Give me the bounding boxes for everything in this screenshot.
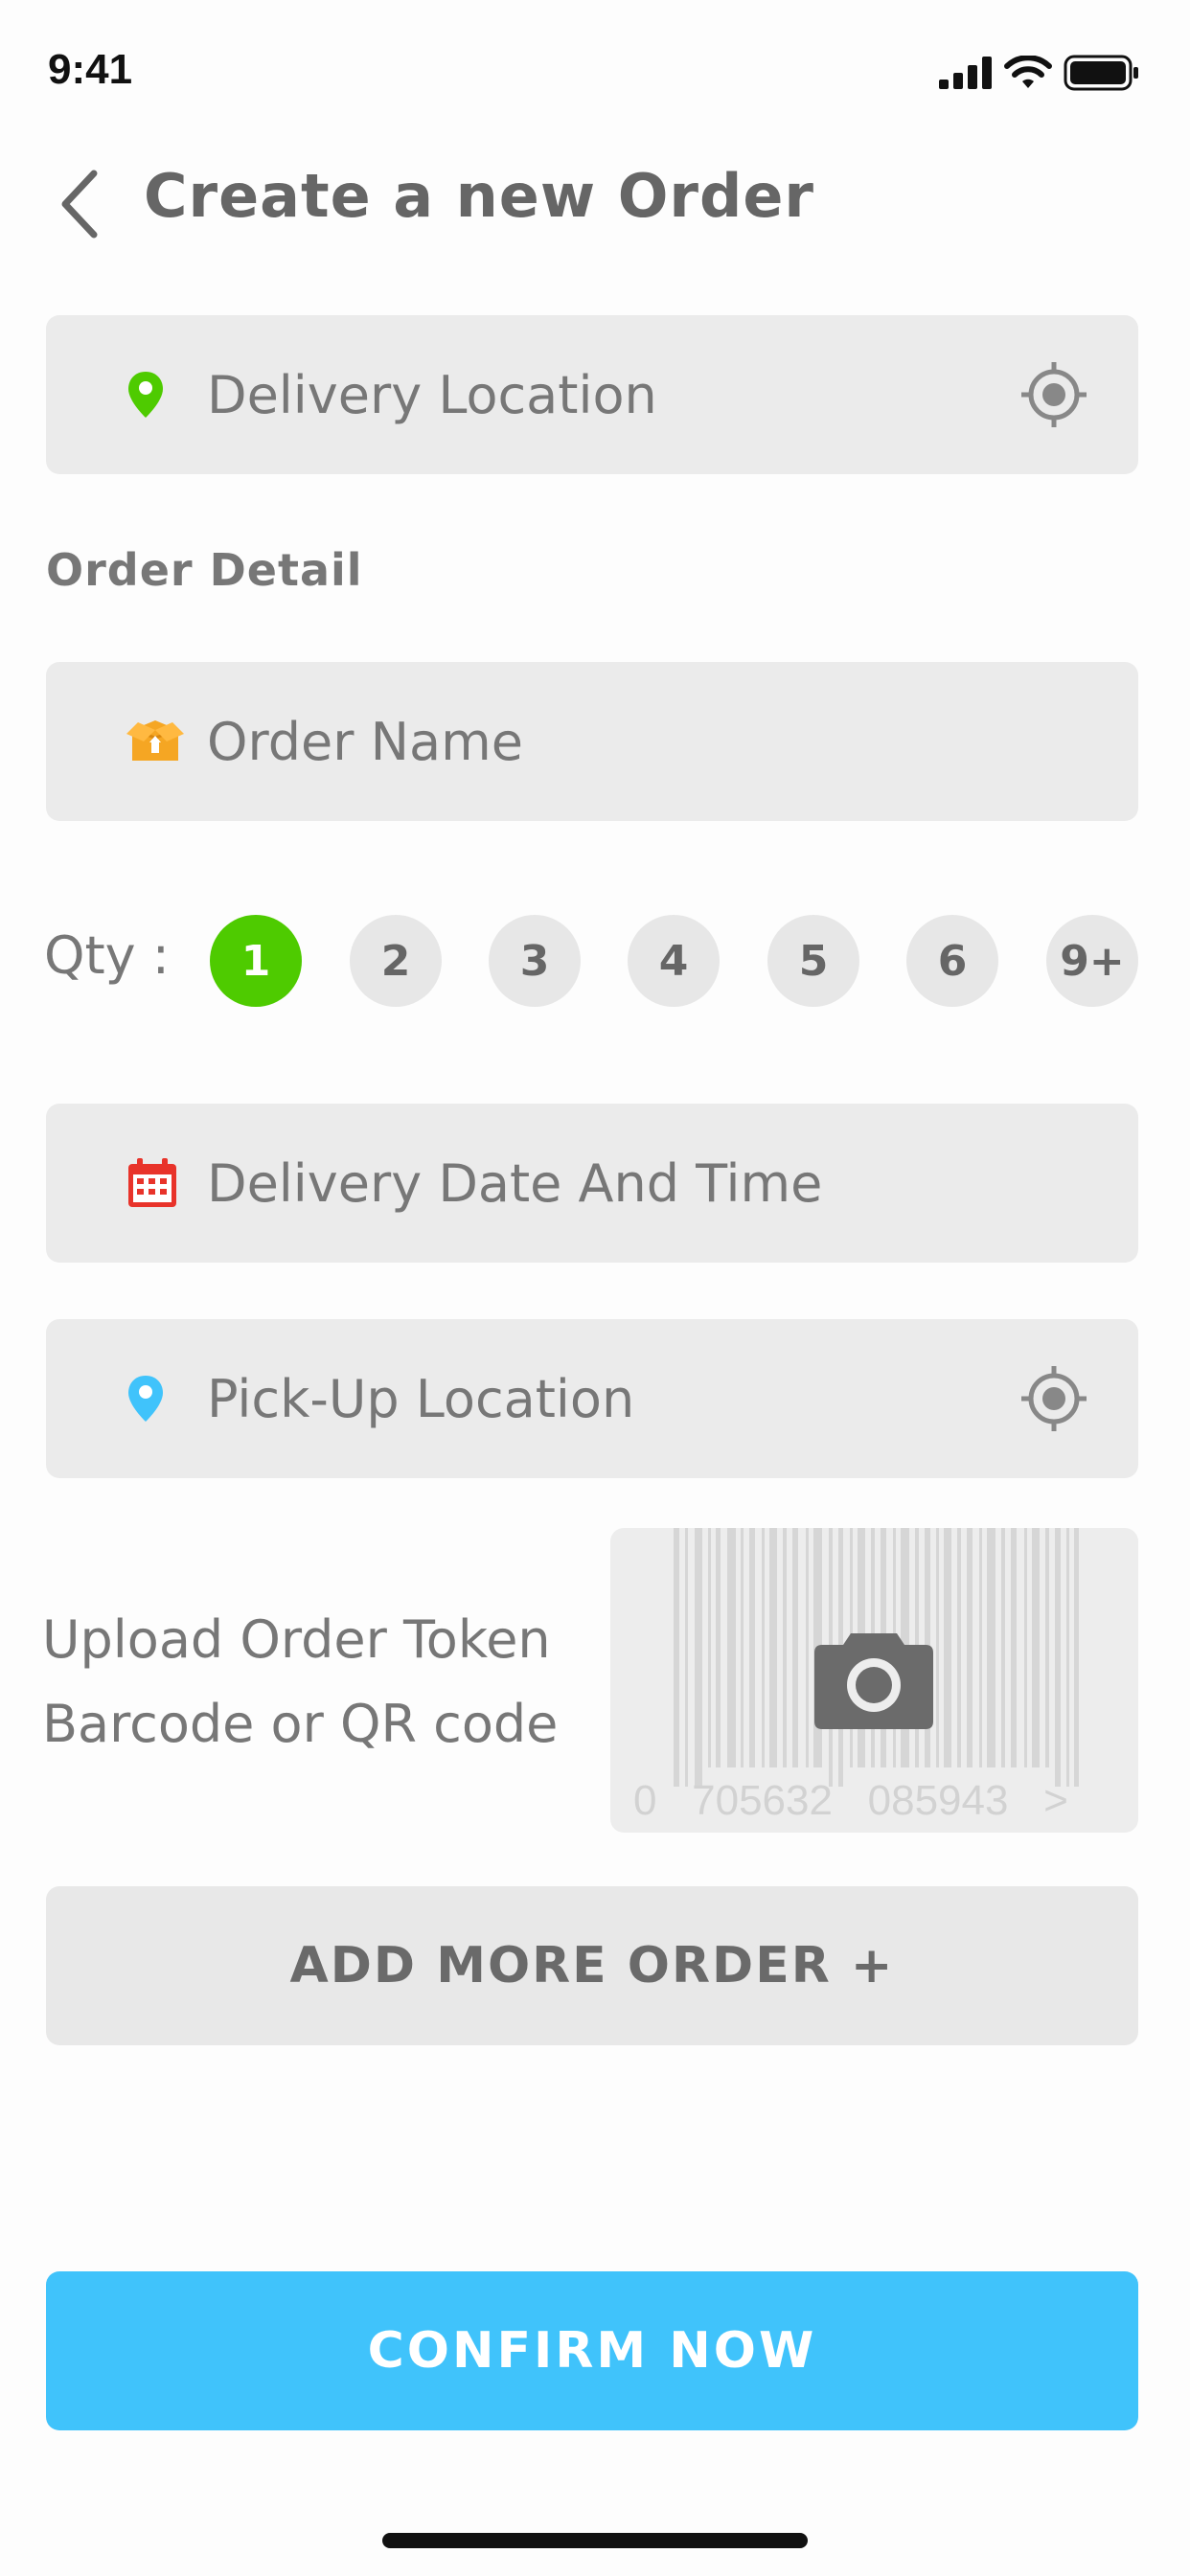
qty-option-9plus[interactable]: 9+ [1046, 915, 1138, 1007]
upload-line-2: Barcode or QR code [42, 1694, 559, 1754]
home-indicator [382, 2533, 808, 2548]
battery-icon [1064, 55, 1138, 91]
back-chevron-icon[interactable] [56, 168, 103, 240]
camera-icon [814, 1633, 933, 1729]
location-pin-icon [128, 372, 163, 418]
barcode-digits: 0 705632 085943 > [633, 1777, 1068, 1824]
target-locate-icon[interactable] [1019, 360, 1088, 429]
qty-label: Qty : [44, 925, 170, 986]
qty-option-6[interactable]: 6 [906, 915, 998, 1007]
upload-instructions: Upload Order Token Barcode or QR code [42, 1598, 558, 1767]
qty-option-4[interactable]: 4 [628, 915, 720, 1007]
confirm-now-button[interactable]: CONFIRM NOW [46, 2271, 1138, 2430]
delivery-datetime-placeholder: Delivery Date And Time [207, 1152, 823, 1214]
pickup-location-placeholder: Pick-Up Location [207, 1368, 635, 1429]
order-name-field[interactable]: Order Name [46, 662, 1138, 821]
upload-barcode-button[interactable]: 0 705632 085943 > [610, 1528, 1138, 1833]
order-name-placeholder: Order Name [207, 711, 523, 772]
delivery-location-placeholder: Delivery Location [207, 364, 657, 425]
status-time: 9:41 [48, 46, 133, 93]
signal-icon [939, 57, 992, 89]
delivery-datetime-field[interactable]: Delivery Date And Time [46, 1104, 1138, 1263]
status-icons [939, 54, 1140, 92]
delivery-location-field[interactable]: Delivery Location [46, 315, 1138, 474]
qty-option-2[interactable]: 2 [350, 915, 442, 1007]
upload-line-1: Upload Order Token [42, 1609, 551, 1670]
package-box-icon [126, 720, 184, 761]
qty-option-1[interactable]: 1 [210, 915, 302, 1007]
calendar-icon [128, 1158, 176, 1207]
qty-option-5[interactable]: 5 [767, 915, 859, 1007]
order-detail-heading: Order Detail [46, 544, 363, 596]
page-title: Create a new Order [144, 161, 814, 231]
wifi-icon [1004, 56, 1052, 88]
pickup-location-field[interactable]: Pick-Up Location [46, 1319, 1138, 1478]
qty-option-3[interactable]: 3 [489, 915, 581, 1007]
add-more-order-button[interactable]: ADD MORE ORDER + [46, 1886, 1138, 2045]
target-locate-icon[interactable] [1019, 1364, 1088, 1433]
location-pin-icon [128, 1376, 163, 1422]
